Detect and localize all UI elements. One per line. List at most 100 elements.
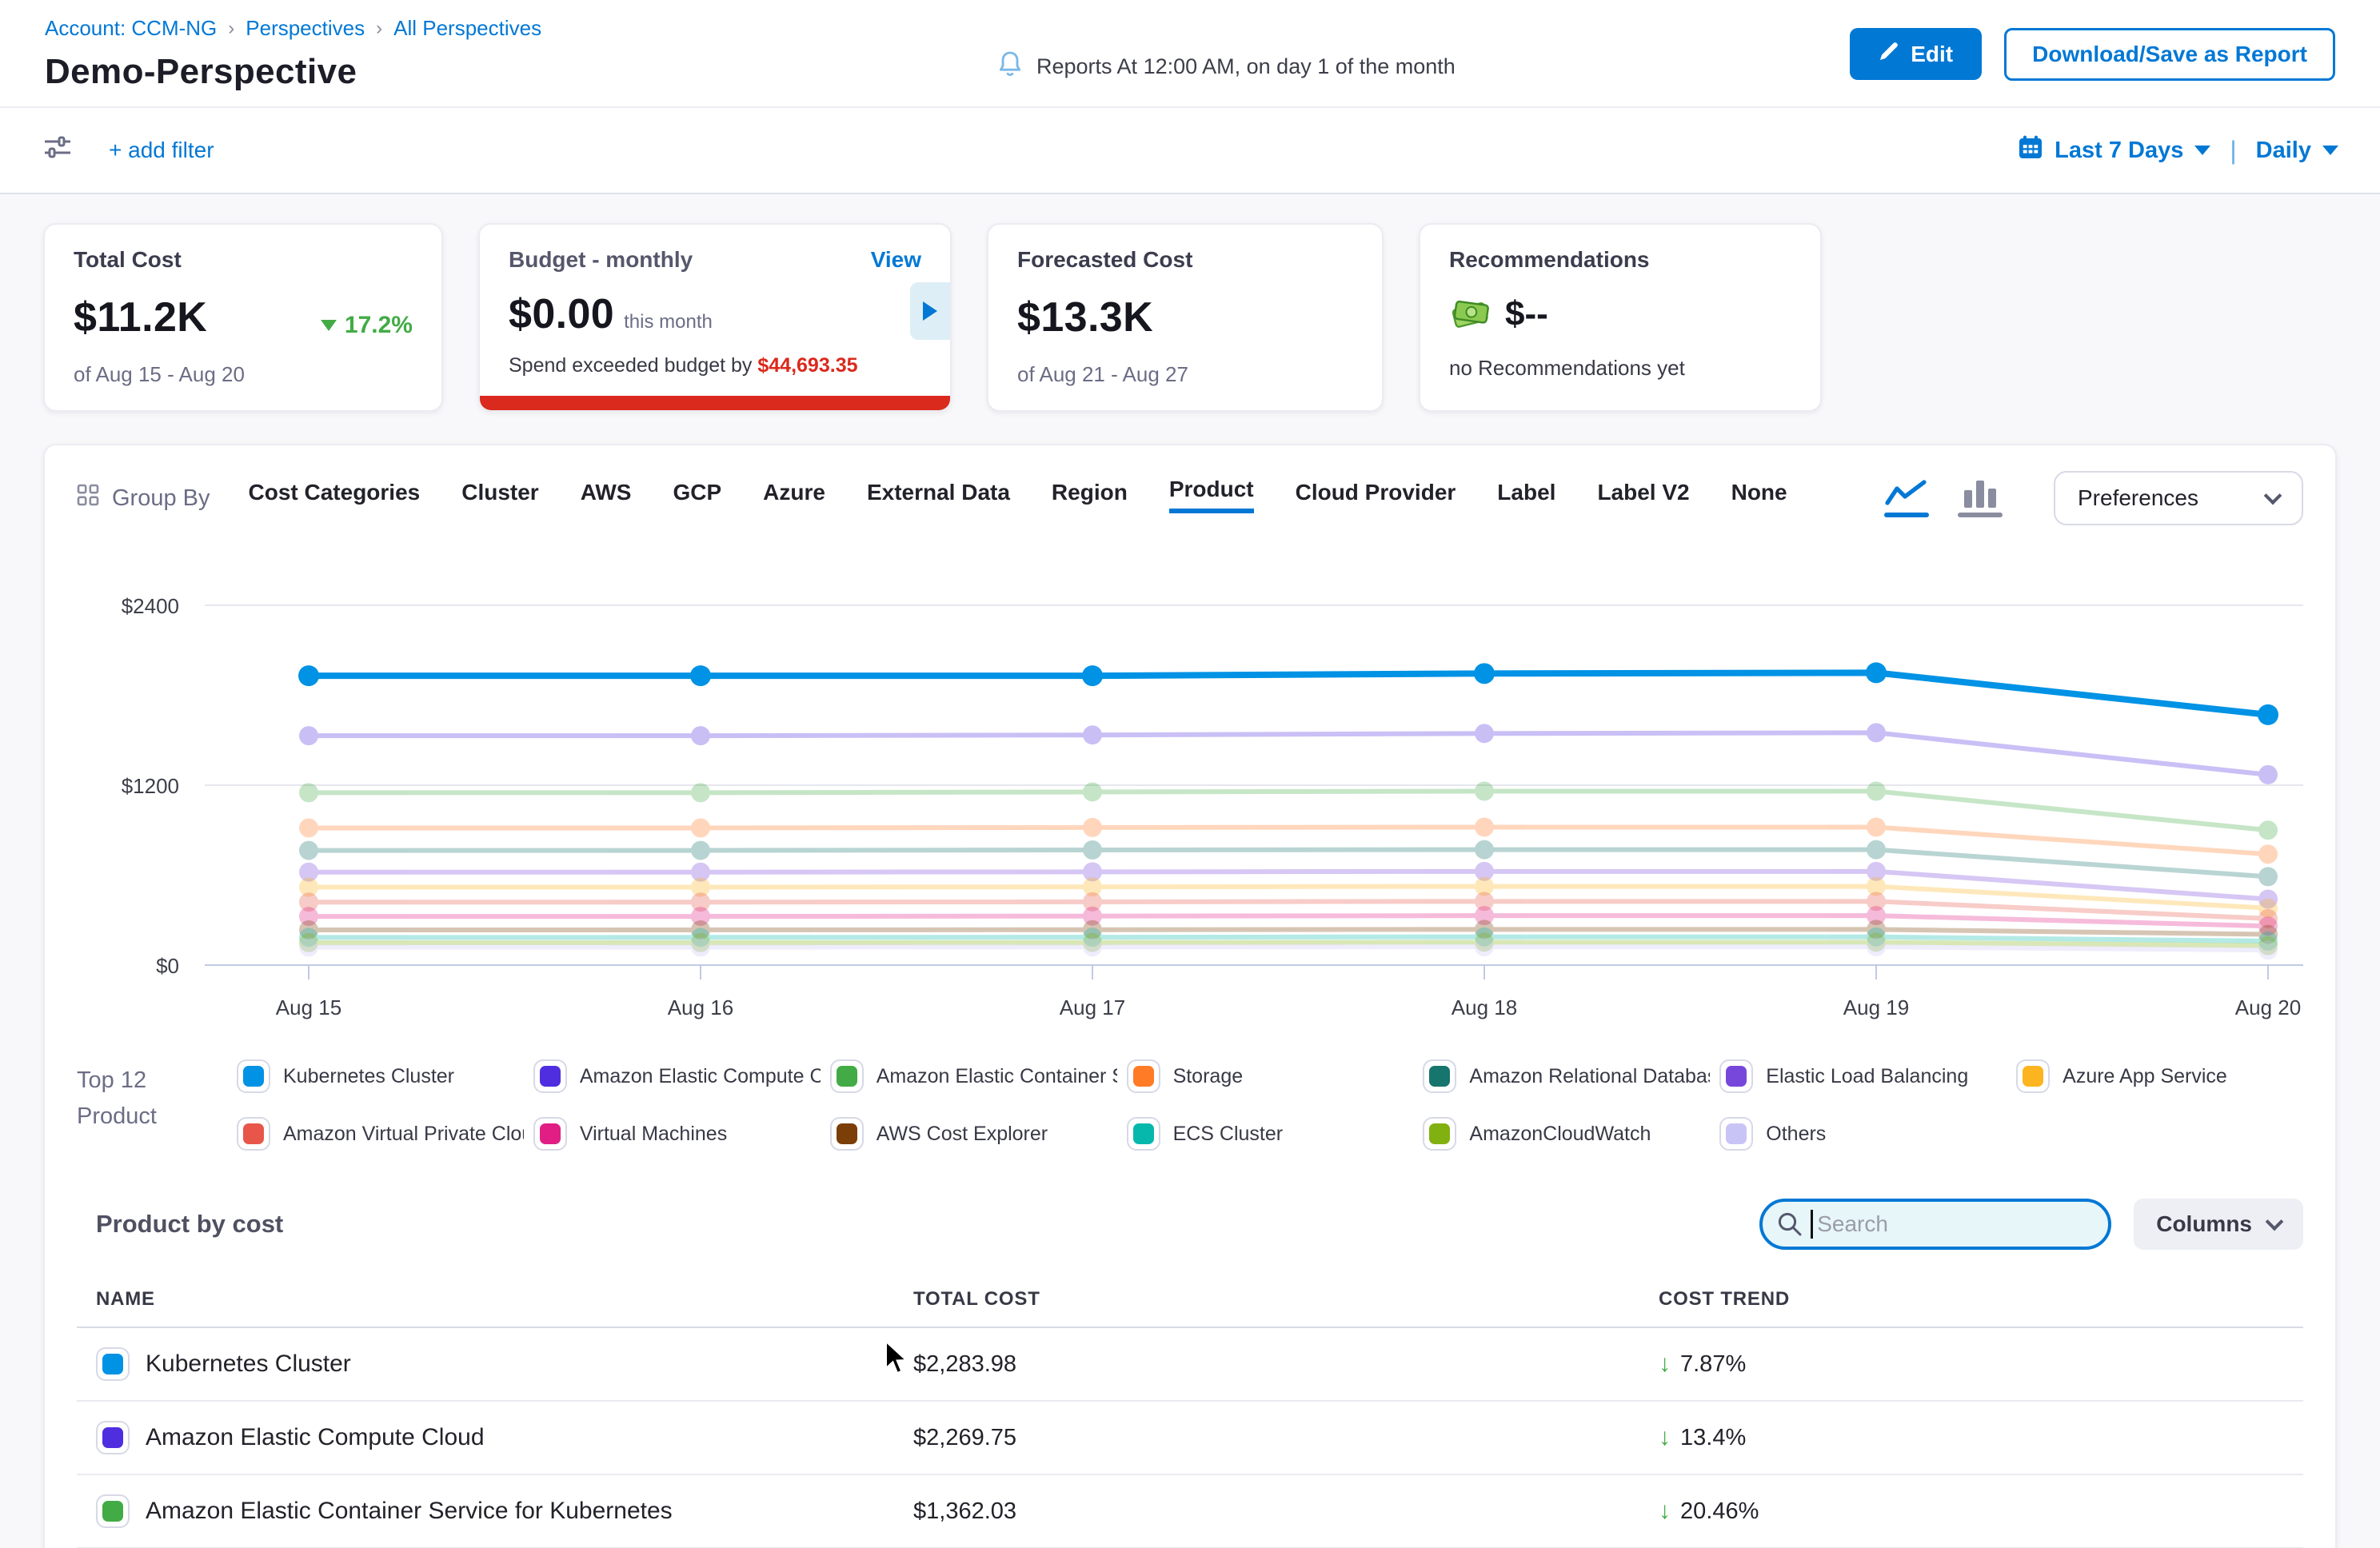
table-body: Kubernetes Cluster$2,283.98↓7.87%Amazon … [77, 1328, 2303, 1548]
legend-item[interactable]: Amazon Virtual Private Cloud [237, 1117, 524, 1151]
breadcrumb-link[interactable]: Account: CCM-NG [45, 16, 217, 41]
legend-item[interactable]: Amazon Elastic Compute Clo... [533, 1059, 821, 1093]
summary-cards-row: Total Cost $11.2K 17.2% of Aug 15 - Aug … [43, 223, 2337, 412]
legend-item[interactable]: AWS Cost Explorer [830, 1117, 1117, 1151]
tab-cost-categories[interactable]: Cost Categories [249, 480, 421, 517]
series-color-chip [237, 1117, 270, 1151]
table-row[interactable]: Kubernetes Cluster$2,283.98↓7.87% [77, 1328, 2303, 1402]
budget-exceeded-amount: $44,693.35 [757, 354, 857, 377]
columns-dropdown[interactable]: Columns [2134, 1199, 2303, 1250]
filter-sliders-icon[interactable] [42, 133, 74, 168]
granularity-dropdown[interactable]: Daily [2256, 138, 2338, 164]
series-color-chip [1423, 1059, 1456, 1093]
total-cost-title: Total Cost [74, 247, 413, 273]
grid-icon [77, 484, 99, 513]
breadcrumb-link[interactable]: All Perspectives [393, 16, 541, 41]
search-icon [1777, 1211, 1803, 1243]
table-row[interactable]: Amazon Elastic Compute Cloud $2,269.75↓13… [77, 1402, 2303, 1475]
product-name: Amazon Elastic Compute Cloud [146, 1424, 485, 1451]
series-color-chip [533, 1059, 567, 1093]
product-cost-table: NAMETOTAL COSTCOST TREND Kubernetes Clus… [77, 1279, 2303, 1548]
bell-icon [996, 50, 1024, 85]
budget-view-link[interactable]: View [871, 247, 921, 273]
column-header-name[interactable]: NAME [77, 1288, 913, 1311]
legend-item-label: Azure App Service [2063, 1065, 2227, 1088]
row-color-chip [96, 1347, 130, 1381]
preferences-dropdown[interactable]: Preferences [2054, 471, 2303, 525]
legend-item[interactable]: ECS Cluster [1127, 1117, 1414, 1151]
trend-down-arrow-icon: ↓ [1659, 1424, 1671, 1451]
group-by-label: Group By [112, 485, 210, 512]
line-chart-toggle[interactable] [1884, 479, 1929, 517]
add-filter-button[interactable]: + add filter [109, 138, 214, 163]
legend-item[interactable]: Storage [1127, 1059, 1414, 1093]
granularity-label: Daily [2256, 138, 2311, 164]
recommendations-card: Recommendations $-- no Recommendations y… [1419, 223, 1822, 412]
date-range-dropdown[interactable]: Last 7 Days [2018, 134, 2210, 166]
row-color-chip [96, 1421, 130, 1454]
tab-gcp[interactable]: GCP [673, 480, 721, 517]
tab-azure[interactable]: Azure [763, 480, 825, 517]
edit-button[interactable]: Edit [1850, 28, 1982, 80]
legend-item[interactable]: AmazonCloudWatch [1423, 1117, 1710, 1151]
tab-cluster[interactable]: Cluster [461, 480, 538, 517]
tab-external-data[interactable]: External Data [867, 480, 1010, 517]
recommendations-subtext: no Recommendations yet [1449, 356, 1791, 381]
forecasted-cost-card: Forecasted Cost $13.3K of Aug 21 - Aug 2… [987, 223, 1384, 412]
tab-label[interactable]: Label [1497, 480, 1555, 517]
budget-overrun-bar [480, 396, 950, 410]
legend-item-label: Kubernetes Cluster [283, 1065, 454, 1088]
chevron-down-icon [2264, 487, 2282, 505]
column-header-total-cost[interactable]: TOTAL COST [913, 1288, 1659, 1311]
legend-item-label: Virtual Machines [580, 1123, 727, 1146]
legend-item[interactable]: Azure App Service [2016, 1059, 2303, 1093]
download-save-report-button[interactable]: Download/Save as Report [2004, 28, 2335, 81]
column-header-cost-trend[interactable]: COST TREND [1659, 1288, 2303, 1311]
series-amazon-elastic-container-service-for-kubernetes [299, 782, 2278, 840]
legend-item[interactable]: Virtual Machines [533, 1117, 821, 1151]
legend-item[interactable]: Kubernetes Cluster [237, 1059, 524, 1093]
table-section-title: Product by cost [96, 1210, 283, 1239]
series-azure-app-service [299, 877, 2278, 918]
tab-none[interactable]: None [1731, 480, 1787, 517]
trend-down-arrow-icon: ↓ [1659, 1498, 1671, 1525]
legend-item[interactable]: Amazon Elastic Container Se... [830, 1059, 1117, 1093]
tab-aws[interactable]: AWS [581, 480, 632, 517]
bar-chart-toggle[interactable] [1958, 479, 2003, 517]
series-color-chip [1719, 1059, 1753, 1093]
tab-label-v2[interactable]: Label V2 [1597, 480, 1689, 517]
tab-product[interactable]: Product [1169, 477, 1254, 513]
y-axis-tick-label: $2400 [122, 594, 179, 618]
series-color-chip [1127, 1117, 1160, 1151]
legend-item[interactable]: Elastic Load Balancing [1719, 1059, 2007, 1093]
tab-cloud-provider[interactable]: Cloud Provider [1296, 480, 1456, 517]
breadcrumb-link[interactable]: Perspectives [246, 16, 365, 41]
budget-expand-toggle[interactable] [910, 282, 950, 340]
budget-value: $0.00 [509, 290, 614, 338]
table-row[interactable]: Amazon Elastic Container Service for Kub… [77, 1475, 2303, 1548]
cost-trend-cell: ↓13.4% [1659, 1424, 2303, 1451]
series-color-chip [1423, 1117, 1456, 1151]
page-header: Account: CCM-NG›Perspectives›All Perspec… [0, 0, 2380, 108]
series-kubernetes-cluster [298, 662, 2278, 725]
table-header-row: NAMETOTAL COSTCOST TREND [77, 1279, 2303, 1328]
cost-line-chart[interactable]: $2400$1200$0Aug 15Aug 16Aug 17Aug 18Aug … [77, 573, 2316, 1053]
columns-label: Columns [2156, 1211, 2252, 1237]
total-cost-cell: $2,269.75 [913, 1425, 1659, 1451]
legend-item-label: Storage [1173, 1065, 1244, 1088]
search-box [1759, 1199, 2111, 1250]
chevron-down-icon [2322, 146, 2338, 155]
breadcrumb: Account: CCM-NG›Perspectives›All Perspec… [45, 16, 733, 41]
legend-item[interactable]: Amazon Relational Database ... [1423, 1059, 1710, 1093]
legend-item-label: Amazon Virtual Private Cloud [283, 1123, 524, 1146]
recommendations-value: $-- [1505, 294, 1548, 334]
x-axis-tick-label: Aug 18 [1452, 995, 1517, 1019]
x-axis-tick-label: Aug 15 [276, 995, 341, 1019]
product-name: Kubernetes Cluster [146, 1351, 351, 1378]
series-color-chip [1127, 1059, 1160, 1093]
text-caret [1811, 1210, 1813, 1239]
legend-item[interactable]: Others [1719, 1117, 2007, 1151]
trend-down-icon [321, 320, 337, 331]
tab-region[interactable]: Region [1052, 480, 1128, 517]
money-banknotes-icon [1449, 292, 1491, 337]
